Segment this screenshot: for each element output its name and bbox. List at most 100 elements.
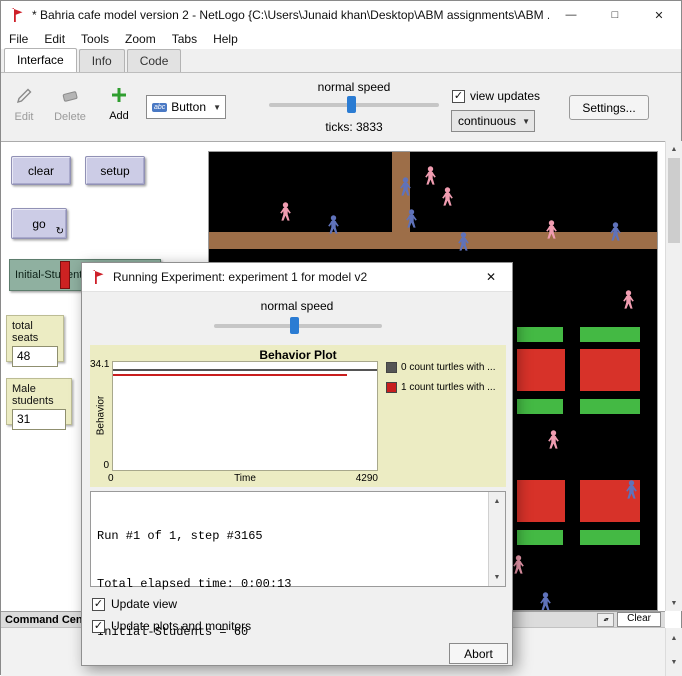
slider-handle[interactable] — [60, 261, 70, 289]
dialog-titlebar[interactable]: Running Experiment: experiment 1 for mod… — [82, 263, 512, 292]
scroll-down-icon[interactable]: ▼ — [666, 654, 682, 670]
update-mode-value: continuous — [452, 114, 516, 128]
behavior-plot: Behavior Plot 34.1 0 Behavior 0 Time 429… — [90, 345, 506, 487]
total-seats-label: total seats — [7, 316, 63, 344]
update-plots-checkbox[interactable]: ✓ — [92, 620, 105, 633]
caret-down-icon: ▼ — [518, 117, 534, 126]
student-turtle-blue — [399, 177, 412, 196]
menu-tools[interactable]: Tools — [73, 32, 117, 46]
abort-label: Abort — [464, 647, 493, 661]
go-button[interactable]: go ↻ — [11, 208, 67, 239]
legend-label: 1 count turtles with ... — [401, 382, 496, 393]
view-updates-row: ✓ view updates — [452, 89, 540, 103]
netlogo-logo-icon — [9, 7, 25, 23]
main-vertical-scrollbar[interactable]: ▲ ▼ — [665, 141, 682, 611]
plot-line-0 — [113, 369, 377, 371]
student-turtle-pink — [545, 220, 558, 239]
menu-tabs[interactable]: Tabs — [164, 32, 205, 46]
add-widget-button[interactable]: Add — [96, 87, 142, 122]
x-axis-label: Time — [220, 473, 270, 484]
table-red — [580, 349, 640, 391]
table-red — [517, 480, 565, 522]
table-green — [517, 399, 563, 414]
running-experiment-dialog: Running Experiment: experiment 1 for mod… — [81, 262, 513, 666]
tab-interface[interactable]: Interface — [4, 48, 77, 72]
dialog-speed-slider-thumb[interactable] — [290, 317, 299, 334]
command-center-scrollbar[interactable]: ▲ ▼ — [665, 628, 682, 676]
edit-widget-label: Edit — [1, 111, 47, 123]
setup-button[interactable]: setup — [85, 156, 145, 185]
student-turtle-pink — [279, 202, 292, 221]
maximize-button[interactable]: □ — [593, 1, 637, 29]
output-line: Total elapsed time: 0:00:13 — [97, 576, 483, 592]
command-center-clear-button[interactable]: Clear — [617, 612, 661, 627]
student-turtle-blue — [539, 592, 552, 611]
plot-title: Behavior Plot — [90, 348, 506, 362]
male-students-monitor: Male students 31 — [6, 378, 72, 425]
clear-button-label: clear — [28, 164, 54, 178]
clear-button[interactable]: clear — [11, 156, 71, 185]
legend-item: 1 count turtles with ... — [386, 381, 496, 394]
menubar: File Edit Tools Zoom Tabs Help — [1, 29, 681, 49]
check-icon: ✓ — [94, 621, 103, 632]
output-line: Run #1 of 1, step #3165 — [97, 528, 483, 544]
minimize-button[interactable]: — — [549, 1, 593, 29]
scroll-up-icon[interactable]: ▲ — [666, 141, 682, 157]
dialog-close-button[interactable]: ✕ — [470, 263, 512, 291]
scroll-up-icon[interactable]: ▲ — [489, 493, 505, 509]
experiment-output[interactable]: Run #1 of 1, step #3165 Total elapsed ti… — [90, 491, 506, 587]
student-turtle-pink — [424, 166, 437, 185]
delete-widget-button[interactable]: Delete — [47, 87, 93, 123]
scroll-down-icon[interactable]: ▼ — [666, 595, 682, 611]
dialog-title: Running Experiment: experiment 1 for mod… — [113, 270, 470, 284]
student-turtle-pink — [441, 187, 454, 206]
menu-file[interactable]: File — [1, 32, 36, 46]
view-updates-label: view updates — [470, 89, 540, 103]
settings-button[interactable]: Settings... — [569, 95, 649, 120]
check-icon: ✓ — [454, 91, 463, 102]
pencil-icon — [16, 91, 33, 108]
legend-label: 0 count turtles with ... — [401, 362, 496, 373]
speed-slider-thumb[interactable] — [347, 96, 356, 113]
wall — [209, 232, 657, 249]
command-center-expand-icon[interactable]: ▴▾ — [597, 613, 614, 627]
view-updates-checkbox[interactable]: ✓ — [452, 90, 465, 103]
menu-edit[interactable]: Edit — [36, 32, 73, 46]
student-turtle-pink — [512, 555, 525, 574]
update-view-checkbox[interactable]: ✓ — [92, 598, 105, 611]
scroll-up-icon[interactable]: ▲ — [666, 630, 682, 646]
caret-down-icon: ▼ — [209, 103, 225, 112]
table-green — [580, 399, 640, 414]
menu-zoom[interactable]: Zoom — [117, 32, 164, 46]
window-titlebar[interactable]: * Bahria cafe model version 2 - NetLogo … — [1, 1, 681, 30]
x-min-label: 0 — [108, 473, 114, 484]
output-scrollbar[interactable]: ▲ ▼ — [488, 492, 505, 586]
scrollbar-thumb[interactable] — [668, 158, 680, 243]
update-plots-label: Update plots and monitors — [111, 619, 251, 633]
delete-widget-label: Delete — [47, 111, 93, 123]
student-turtle-blue — [625, 480, 638, 499]
abc-icon: abc — [152, 103, 167, 112]
update-mode-dropdown[interactable]: continuous ▼ — [451, 110, 535, 132]
update-view-row: ✓ Update view — [92, 597, 177, 611]
tab-info[interactable]: Info — [79, 49, 125, 72]
widget-type-dropdown[interactable]: abc Button ▼ — [146, 95, 226, 119]
abort-button[interactable]: Abort — [449, 643, 508, 664]
plot-area — [112, 361, 378, 471]
student-turtle-pink — [547, 430, 560, 449]
edit-widget-button[interactable]: Edit — [1, 87, 47, 123]
scroll-down-icon[interactable]: ▼ — [489, 569, 505, 585]
menu-help[interactable]: Help — [205, 32, 246, 46]
netlogo-logo-icon — [90, 269, 106, 285]
male-students-label: Male students — [7, 379, 71, 407]
go-button-label: go — [32, 217, 45, 231]
tab-code[interactable]: Code — [127, 49, 182, 72]
speed-label: normal speed — [269, 80, 439, 94]
eraser-icon — [61, 91, 79, 108]
student-turtle-blue — [457, 232, 470, 251]
widget-type-value: Button — [171, 100, 206, 114]
settings-label: Settings... — [582, 101, 635, 115]
close-button[interactable]: ✕ — [637, 1, 681, 29]
table-green — [517, 530, 563, 545]
add-widget-label: Add — [96, 110, 142, 122]
